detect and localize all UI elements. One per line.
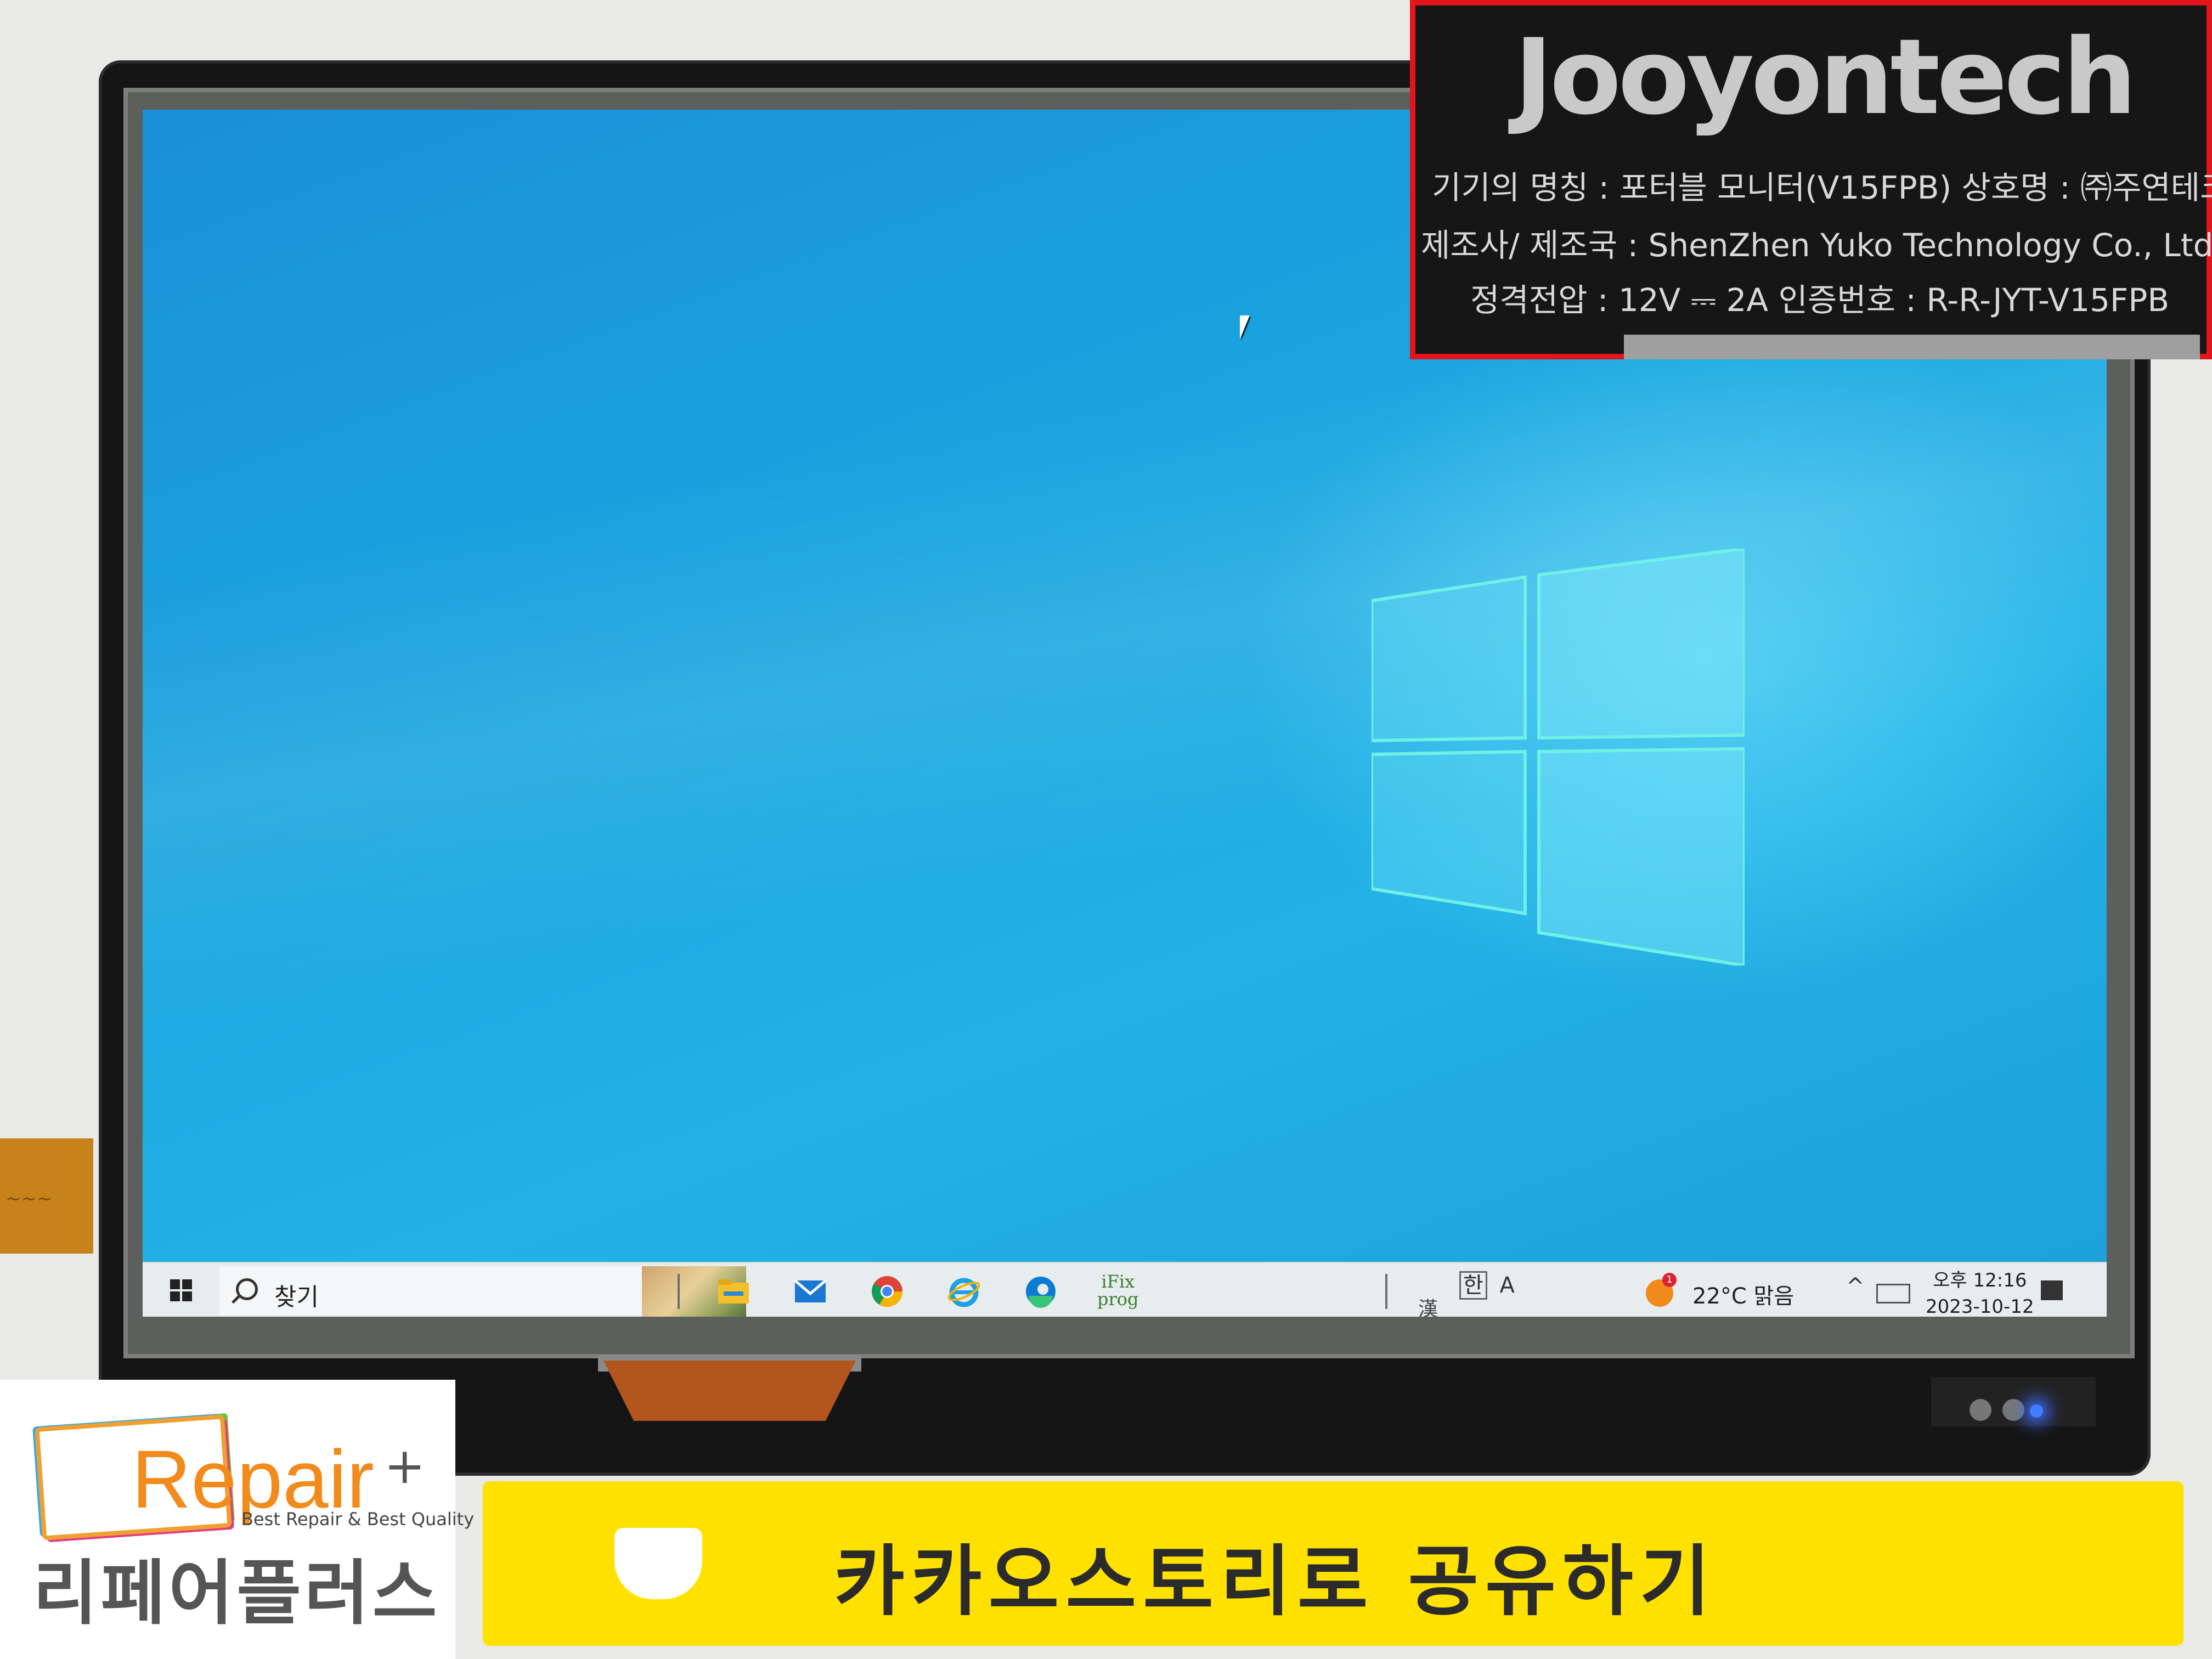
edge-icon[interactable]: [1023, 1275, 1058, 1308]
file-explorer-icon[interactable]: [716, 1275, 751, 1308]
label-brand: Jooyontech: [1514, 16, 2137, 138]
product-label-inset: Jooyontech 기기의 명칭 : 포터블 모니터(V15FPB) 상호명 …: [1410, 0, 2212, 359]
kakao-speech-icon: [614, 1528, 702, 1599]
taskbar-divider: [678, 1274, 680, 1309]
side-cable-tab: ~~~: [0, 1138, 93, 1254]
ime-hanja[interactable]: 漢: [1418, 1293, 1438, 1317]
port: [2002, 1399, 2024, 1421]
search-icon: [236, 1278, 258, 1300]
label-serial-strip: [1624, 335, 2200, 359]
weather-widget[interactable]: 22°C 맑음: [1692, 1278, 1794, 1310]
mouse-pointer-icon: [1240, 315, 1250, 340]
chrome-icon[interactable]: [870, 1275, 905, 1308]
start-button[interactable]: [170, 1279, 192, 1301]
search-placeholder: 찾기: [274, 1283, 319, 1311]
label-power-line: 정격전압 : 12V ⎓ 2A 인증번호 : R-R-JYT-V15FPB: [1470, 281, 2170, 319]
port: [1970, 1399, 1991, 1421]
touch-keyboard-icon[interactable]: [1876, 1284, 1910, 1304]
kakaostory-share-button[interactable]: 카카오스토리로 공유하기: [483, 1481, 2183, 1646]
flex-cable: [603, 1361, 856, 1421]
ime-mode: A: [1499, 1273, 1515, 1298]
internet-explorer-icon[interactable]: [946, 1275, 981, 1308]
logo-tagline: Best Repair & Best Quality: [241, 1509, 475, 1530]
ime-han: 한: [1459, 1271, 1487, 1300]
cable-marking: ~~~: [5, 1188, 53, 1210]
label-maker-line: 제조사/ 제조국 : ShenZhen Yuko Technology Co.,…: [1421, 227, 2212, 264]
taskbar-clock[interactable]: 오후 12:16 2023-10-12: [1926, 1267, 2034, 1317]
clock-time: 오후 12:16: [1933, 1269, 2027, 1291]
share-label: 카카오스토리로 공유하기: [834, 1537, 1717, 1627]
logo-name-ko: 리페어플러스: [33, 1553, 441, 1634]
weather-badge: 1: [1662, 1273, 1677, 1287]
notification-icon[interactable]: [2041, 1280, 2063, 1300]
windows-logo-wallpaper: [1372, 549, 1745, 966]
chevron-up-icon[interactable]: ^: [1846, 1274, 1865, 1299]
ifix-label-bottom: prog: [1097, 1289, 1139, 1310]
clock-date: 2023-10-12: [1926, 1296, 2034, 1317]
label-device-line: 기기의 명칭 : 포터블 모니터(V15FPB) 상호명 : ㈜주연테크: [1432, 169, 2212, 206]
ime-indicator[interactable]: 한 A: [1459, 1267, 1515, 1300]
taskbar-divider: [1385, 1274, 1387, 1309]
power-led: [2030, 1404, 2043, 1418]
ifix-label-top: iFix: [1101, 1271, 1135, 1292]
mail-icon[interactable]: [793, 1275, 828, 1308]
logo-plus: +: [384, 1437, 426, 1495]
taskbar-search-box[interactable]: 찾기: [219, 1266, 746, 1317]
ifix-prog-icon[interactable]: iFix prog: [1097, 1273, 1139, 1308]
taskbar: 찾기 iFix prog 한 A 漢 1 22°C 맑음 ^ 오후 12:16 …: [143, 1262, 2107, 1317]
